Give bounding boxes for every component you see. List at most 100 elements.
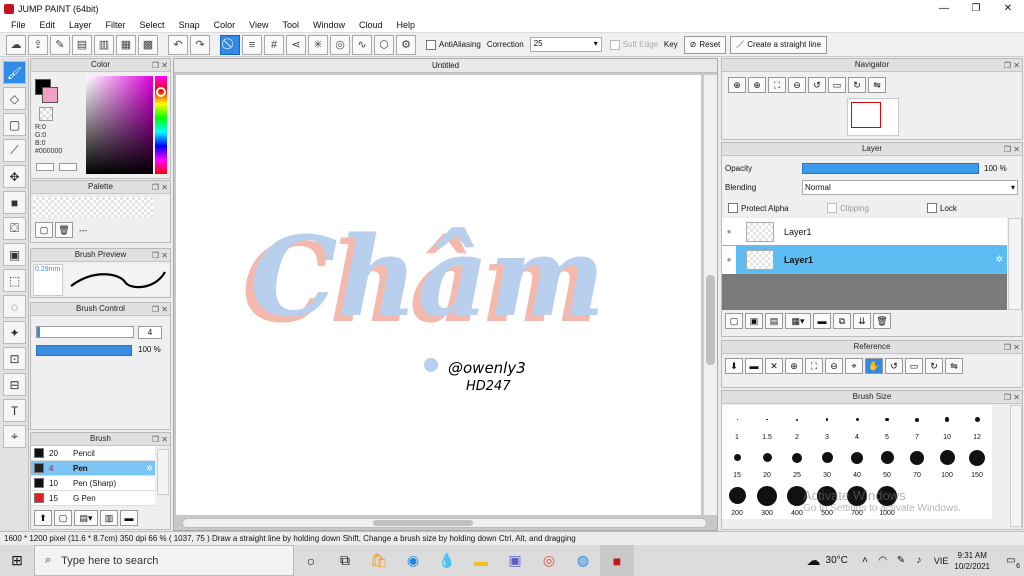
brush-size-cell[interactable]: 100 (932, 443, 962, 481)
new-palette-icon[interactable]: ▢ (35, 222, 53, 238)
brush-size-cell[interactable]: 50 (872, 443, 902, 481)
curve-snap-icon[interactable]: ∿ (352, 34, 372, 55)
brush-size-cell[interactable]: 200 (722, 481, 752, 519)
zalo-icon[interactable]: ◍ (566, 545, 600, 576)
rotate-reset-icon[interactable]: ▭ (905, 358, 923, 374)
maximize-button[interactable]: ❐ (960, 0, 992, 17)
menu-tool[interactable]: Tool (275, 20, 306, 30)
chrome-icon[interactable]: ◎ (532, 545, 566, 576)
eye-icon[interactable]: ● (722, 227, 736, 236)
new-layer-8bit-icon[interactable]: ▣ (745, 313, 763, 329)
brush-size-cell[interactable]: 1000 (872, 481, 902, 519)
brush-settings-icon[interactable]: ▥ (100, 510, 118, 526)
brush-size-cell[interactable]: 700 (842, 481, 872, 519)
rectangle-select-icon[interactable]: ▢ (3, 113, 26, 136)
paint-drop-icon[interactable]: 💧 (430, 545, 464, 576)
lasso-tool-icon[interactable]: ◌ (3, 295, 26, 318)
palette-menu[interactable]: --- (79, 226, 87, 235)
zoom-fit-icon[interactable]: ⊕ (728, 77, 746, 93)
blending-select[interactable]: Normal ▾ (802, 180, 1018, 195)
clock[interactable]: 9:31 AM 10/2/2021 (954, 550, 990, 572)
rotate-left-icon[interactable]: ↺ (808, 77, 826, 93)
hand-icon[interactable]: ✋ (865, 358, 883, 374)
radial-snap-icon[interactable]: ✳ (308, 34, 328, 55)
open-folder-icon[interactable]: ▬ (745, 358, 763, 374)
panel-close-icon[interactable]: ❐ ✕ (152, 60, 168, 72)
layer-row-selected[interactable]: ● Layer1 ✲ (722, 245, 1007, 274)
fit-icon[interactable]: ⛶ (805, 358, 823, 374)
cloud-icon[interactable]: ☁ (6, 34, 26, 55)
rotate-left-icon[interactable]: ↺ (885, 358, 903, 374)
menu-view[interactable]: View (242, 20, 275, 30)
straight-line-button[interactable]: ／ Create a straight line (730, 35, 828, 54)
circle-snap-icon[interactable]: ◎ (330, 34, 350, 55)
hue-handle[interactable] (156, 87, 166, 97)
line-tool-icon[interactable]: ⟋ (3, 139, 26, 162)
vanishing-snap-icon[interactable]: ⋖ (286, 34, 306, 55)
trash-icon[interactable]: 🗑 (55, 222, 73, 238)
message-icon[interactable]: ▤ (72, 34, 92, 55)
brush-size-cell[interactable]: 70 (902, 443, 932, 481)
language-indicator[interactable]: VIE (934, 556, 949, 566)
text-tool-icon[interactable]: T (3, 399, 26, 422)
new-layer-1bit-icon[interactable]: ▤ (765, 313, 783, 329)
file-explorer-icon[interactable]: ▬ (464, 545, 498, 576)
zoom-in-icon[interactable]: ⊕ (748, 77, 766, 93)
weather-temp[interactable]: 30°C (826, 555, 848, 566)
flip-icon[interactable]: ⇋ (868, 77, 886, 93)
jump-paint-taskbar-icon[interactable]: ■ (600, 545, 634, 576)
canvas-vertical-scrollbar[interactable] (703, 75, 717, 515)
brush-opacity-slider[interactable] (36, 345, 132, 356)
notification-icon[interactable]: ▭ 6 (998, 545, 1024, 576)
redo-icon[interactable]: ↷ (190, 34, 210, 55)
brush-item-g-pen[interactable]: 15 G Pen (31, 491, 155, 506)
brush-size-cell[interactable]: 30 (812, 443, 842, 481)
brush-size-cell[interactable]: 1 (722, 405, 752, 443)
bucket-tool-icon[interactable]: ⛋ (3, 217, 26, 240)
edge-icon[interactable]: ◉ (396, 545, 430, 576)
undo-icon[interactable]: ↶ (168, 34, 188, 55)
menu-layer[interactable]: Layer (62, 20, 99, 30)
document-icon[interactable]: ▥ (94, 34, 114, 55)
brush-list-scrollbar[interactable] (157, 449, 169, 495)
brush-size-cell[interactable]: 400 (782, 481, 812, 519)
background-color-swatch[interactable] (42, 87, 58, 103)
brush-size-cell[interactable]: 25 (782, 443, 812, 481)
brush-size-cell[interactable]: 12 (962, 405, 992, 443)
pen-icon[interactable]: ✎ (892, 545, 910, 576)
reset-button[interactable]: ⊘ Reset (683, 35, 727, 54)
rotate-right-icon[interactable]: ↻ (848, 77, 866, 93)
panel-close-icon[interactable]: ❐ ✕ (1004, 60, 1020, 72)
page-icon[interactable]: ▦ (116, 34, 136, 55)
zoom-out-icon[interactable]: ⊖ (825, 358, 843, 374)
menu-file[interactable]: File (4, 20, 33, 30)
brush-size-cell[interactable]: 10 (932, 405, 962, 443)
panel-close-icon[interactable]: ❐ ✕ (152, 182, 168, 194)
grid-icon[interactable]: ▩ (138, 34, 158, 55)
brush-item-pen-sharp[interactable]: 10 Pen (Sharp) (31, 476, 155, 491)
close-ref-icon[interactable]: ✕ (765, 358, 783, 374)
layer-opacity-slider[interactable] (802, 163, 979, 174)
wifi-icon[interactable]: ◠ (874, 545, 892, 576)
menu-cloud[interactable]: Cloud (352, 20, 390, 30)
brush-type-menu-icon[interactable]: ▤▾ (74, 510, 98, 526)
brush-size-cell[interactable]: 4 (842, 405, 872, 443)
task-view-icon[interactable]: ⧉ (328, 545, 362, 576)
panel-close-icon[interactable]: ❐ ✕ (152, 250, 168, 262)
gear-icon[interactable]: ✲ (146, 464, 153, 473)
cloud-brush-icon[interactable]: ⬆ (34, 510, 52, 526)
zoom-in-icon[interactable]: ⊕ (785, 358, 803, 374)
panel-close-icon[interactable]: ❐ ✕ (152, 434, 168, 446)
lock-checkbox[interactable]: Lock (927, 203, 957, 213)
snap-settings-icon[interactable]: ⚙ (396, 34, 416, 55)
menu-snap[interactable]: Snap (172, 20, 207, 30)
saturation-value-picker[interactable] (86, 76, 153, 174)
brush-size-cell[interactable]: 3 (812, 405, 842, 443)
brush-size-cell[interactable]: 150 (962, 443, 992, 481)
protect-alpha-checkbox[interactable]: Protect Alpha (728, 203, 789, 213)
flip-icon[interactable]: ⇋ (945, 358, 963, 374)
rotate-reset-icon[interactable]: ▭ (828, 77, 846, 93)
menu-help[interactable]: Help (390, 20, 423, 30)
comment-icon[interactable]: ✎ (50, 34, 70, 55)
menu-filter[interactable]: Filter (99, 20, 133, 30)
